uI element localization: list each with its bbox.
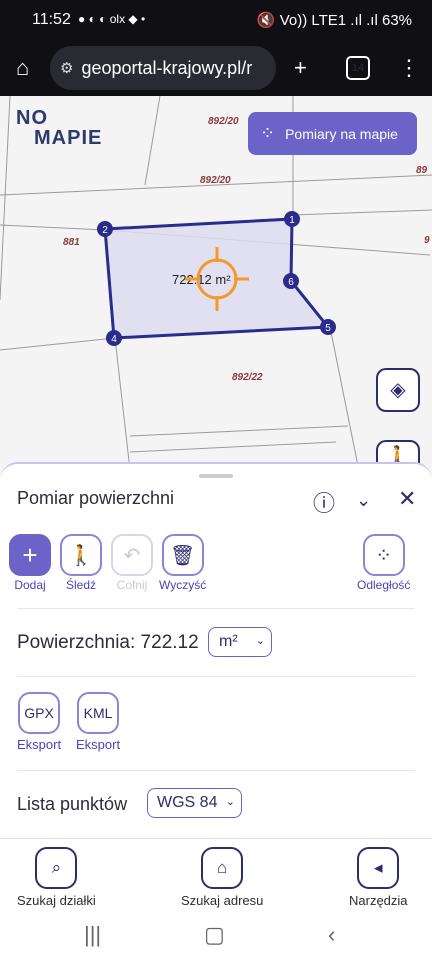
svg-text:5: 5	[325, 323, 331, 334]
undo-button[interactable]: ↶ Cofnij	[111, 534, 153, 592]
search-parcel-button[interactable]: ⌕ Szukaj działki	[17, 847, 96, 908]
svg-text:4: 4	[111, 334, 117, 345]
export-label: Eksport	[17, 737, 62, 752]
measure-points-icon: ⁘	[260, 123, 276, 143]
add-point-button[interactable]: + Dodaj	[9, 534, 51, 592]
parcel-label: 892/20	[208, 116, 239, 127]
tab-switcher-button[interactable]: 14	[346, 56, 370, 80]
export-gpx-button[interactable]: GPX Eksport	[17, 692, 61, 752]
gpx-badge: GPX	[18, 692, 61, 734]
home-icon[interactable]: ⌂	[16, 54, 29, 82]
tools-button[interactable]: ◂ Narzędzia	[349, 847, 408, 908]
vertex-1: 1	[284, 211, 300, 227]
walk-icon: 🚶	[60, 534, 102, 576]
track-label: Śledź	[65, 578, 97, 592]
sheet-drag-handle[interactable]	[199, 474, 233, 478]
measurements-label: Pomiary na mapie	[285, 125, 398, 142]
status-time: 11:52	[32, 11, 71, 28]
vertex-5: 5	[320, 319, 336, 335]
recents-icon[interactable]: |||	[84, 922, 101, 948]
site-settings-icon[interactable]: ⚙	[60, 59, 73, 77]
address-bar[interactable]: ⚙ geoportal-krajowy.pl/r	[50, 46, 276, 90]
unit-select[interactable]: m² ⌄	[208, 627, 272, 657]
home-search-icon: ⌂	[201, 847, 244, 889]
export-kml-button[interactable]: KML Eksport	[76, 692, 120, 752]
back-icon[interactable]: ‹	[328, 922, 335, 948]
svg-text:1: 1	[289, 215, 295, 226]
unit-value: m²	[219, 633, 238, 650]
trash-icon: 🗑	[161, 534, 204, 576]
vertex-2: 2	[97, 221, 113, 237]
status-indicators: 🔇 Vo)) LTE1 .ıl .ıl 63%	[256, 12, 412, 29]
distance-button[interactable]: ⁘ Odległość	[357, 534, 410, 592]
add-label: Dodaj	[14, 578, 46, 592]
points-list-label: Lista punktów	[17, 794, 128, 814]
clear-label: Wyczyść	[159, 578, 207, 592]
close-icon[interactable]: ✕	[398, 486, 416, 512]
chevron-down-icon: ⌄	[225, 796, 235, 808]
bottom-navigation: ⌕ Szukaj działki ⌂ Szukaj adresu ◂ Narzę…	[0, 838, 432, 913]
parcel-label: 892/22	[232, 372, 263, 383]
no-mapie-logo: NO MAPIE	[16, 108, 102, 148]
undo-label: Cofnij	[116, 578, 148, 592]
status-bar: 11:52 ● ◐ ◐ olx ◆ • 🔇 Vo)) LTE1 .ıl .ıl …	[0, 0, 432, 40]
kml-badge: KML	[77, 692, 120, 734]
help-icon[interactable]: ⓘ	[313, 486, 335, 518]
notification-icons: ● ◐ ◐ olx ◆ •	[78, 12, 146, 26]
parcel-label: 881	[63, 237, 80, 248]
url-text: geoportal-krajowy.pl/r	[81, 57, 253, 78]
export-label: Eksport	[76, 737, 121, 752]
map-search-icon: ⌕	[35, 847, 78, 889]
search-address-label: Szukaj adresu	[181, 893, 264, 908]
chevron-left-icon: ◂	[357, 847, 400, 889]
plus-icon: +	[9, 534, 51, 576]
svg-text:2: 2	[102, 225, 108, 236]
divider	[17, 770, 415, 771]
divider	[17, 676, 415, 677]
panel-title: Pomiar powierzchni	[17, 488, 175, 508]
parcel-label: 89	[416, 165, 428, 176]
polygon-area-label: 722.12 m²	[172, 272, 231, 287]
search-parcel-label: Szukaj działki	[17, 893, 96, 908]
parcel-label: 9	[424, 235, 430, 246]
new-tab-icon[interactable]: +	[294, 54, 307, 82]
chevron-down-icon: ⌄	[255, 635, 265, 647]
vertex-6: 6	[283, 273, 299, 289]
vertex-4: 4	[106, 330, 122, 346]
home-button-icon[interactable]: ▢	[204, 922, 225, 948]
area-value: Powierzchnia: 722.12	[17, 632, 199, 653]
search-address-button[interactable]: ⌂ Szukaj adresu	[181, 847, 263, 908]
layers-icon[interactable]: ◈	[376, 368, 420, 412]
clear-button[interactable]: 🗑 Wyczyść	[159, 534, 206, 592]
crs-value: WGS 84	[157, 794, 218, 811]
logo-line-2: MAPIE	[34, 127, 103, 149]
svg-text:6: 6	[288, 277, 294, 288]
measurements-button[interactable]: ⁘ Pomiary na mapie	[248, 112, 417, 155]
undo-icon: ↶	[111, 534, 153, 576]
parcel-label: 892/20	[200, 175, 231, 186]
distance-icon: ⁘	[362, 534, 405, 576]
distance-label: Odległość	[357, 578, 411, 592]
crs-select[interactable]: WGS 84 ⌄	[147, 788, 242, 818]
divider	[17, 608, 415, 609]
collapse-chevron-icon[interactable]: ⌄	[356, 490, 371, 511]
system-navigation-bar: ||| ▢ ‹	[0, 912, 432, 960]
logo-line-1: NO	[16, 107, 48, 129]
tools-label: Narzędzia	[349, 893, 408, 908]
track-button[interactable]: 🚶 Śledź	[60, 534, 102, 592]
menu-dots-icon[interactable]: ⋮	[398, 54, 420, 82]
measurement-panel: Pomiar powierzchni ⓘ ⌄ ✕ + Dodaj 🚶 Śledź…	[0, 462, 432, 840]
